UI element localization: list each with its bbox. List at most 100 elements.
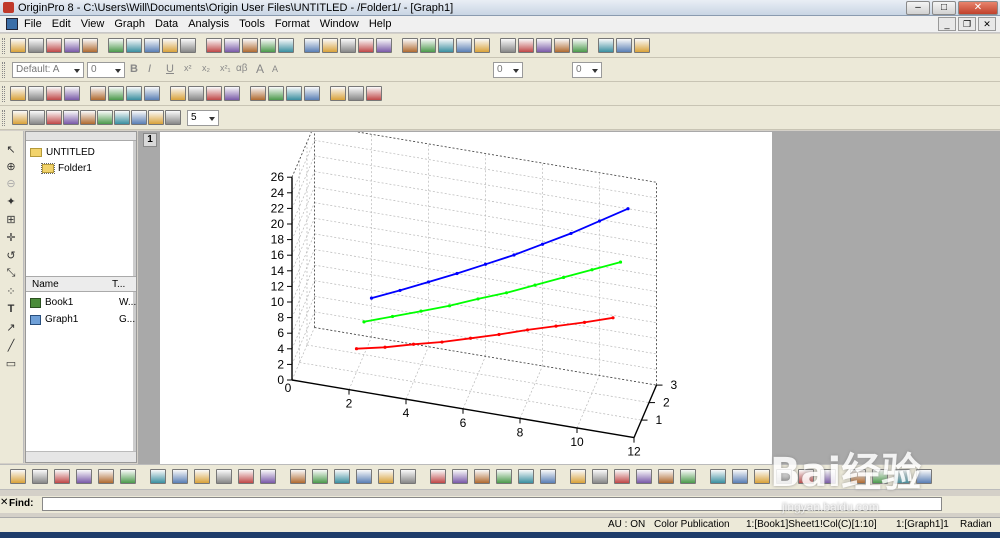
menu-graph[interactable]: Graph bbox=[114, 18, 145, 30]
toolbar-button-icon[interactable] bbox=[194, 469, 210, 484]
toolbar-button-icon[interactable] bbox=[420, 38, 436, 53]
toolbar-button-icon[interactable] bbox=[172, 469, 188, 484]
toolbar-button-icon[interactable] bbox=[260, 38, 276, 53]
toolbar-button-icon[interactable] bbox=[330, 86, 346, 101]
subscript-button[interactable]: x₂ bbox=[202, 63, 210, 73]
toolbar-button-icon[interactable] bbox=[456, 38, 472, 53]
bold-button[interactable]: B bbox=[130, 63, 138, 75]
toolbar-button-icon[interactable] bbox=[28, 38, 44, 53]
toolbar-button-icon[interactable] bbox=[180, 38, 196, 53]
column-header-type[interactable]: T... bbox=[112, 279, 125, 290]
toolbar-button-icon[interactable] bbox=[144, 86, 160, 101]
toolbar-button-icon[interactable] bbox=[63, 110, 79, 125]
toolbar-button-icon[interactable] bbox=[356, 469, 372, 484]
toolbar-button-icon[interactable] bbox=[366, 86, 382, 101]
toolbar-button-icon[interactable] bbox=[820, 469, 836, 484]
toolbar-button-icon[interactable] bbox=[64, 38, 80, 53]
toolbar-button-icon[interactable] bbox=[614, 469, 630, 484]
toolbar-button-icon[interactable] bbox=[148, 110, 164, 125]
toolbar-button-icon[interactable] bbox=[170, 86, 186, 101]
increase-font-button[interactable]: A bbox=[256, 62, 264, 76]
toolbar-button-icon[interactable] bbox=[616, 38, 632, 53]
tree-item-untitled[interactable]: UNTITLED bbox=[30, 144, 95, 160]
line-width-combo[interactable]: 0 bbox=[493, 62, 523, 78]
explorer-horizontal-scrollbar[interactable] bbox=[26, 451, 136, 462]
toolbar-button-icon[interactable] bbox=[474, 38, 490, 53]
toolbar-button-icon[interactable] bbox=[28, 86, 44, 101]
toolbar-button-icon[interactable] bbox=[76, 469, 92, 484]
toolbar-button-icon[interactable] bbox=[126, 38, 142, 53]
rectangle-tool-icon[interactable]: ▭ bbox=[4, 357, 18, 371]
menu-view[interactable]: View bbox=[81, 18, 105, 30]
text-tool-icon[interactable]: T bbox=[4, 303, 18, 317]
tree-item-folder1[interactable]: Folder1 bbox=[30, 160, 95, 176]
toolbar-button-icon[interactable] bbox=[570, 469, 586, 484]
toolbar-button-icon[interactable] bbox=[754, 469, 770, 484]
toolbar-button-icon[interactable] bbox=[108, 86, 124, 101]
toolbar-button-icon[interactable] bbox=[340, 38, 356, 53]
toolbar-button-icon[interactable] bbox=[496, 469, 512, 484]
toolbar-button-icon[interactable] bbox=[540, 469, 556, 484]
toolbar-button-icon[interactable] bbox=[120, 469, 136, 484]
toolbar-button-icon[interactable] bbox=[894, 469, 910, 484]
column-header-name[interactable]: Name bbox=[32, 279, 59, 290]
toolbar-button-icon[interactable] bbox=[64, 86, 80, 101]
toolbar-button-icon[interactable] bbox=[224, 86, 240, 101]
toolbar-button-icon[interactable] bbox=[430, 469, 446, 484]
toolbar-button-icon[interactable] bbox=[438, 38, 454, 53]
rotate-tool-icon[interactable]: ↺ bbox=[4, 249, 18, 263]
toolbar-button-icon[interactable] bbox=[224, 38, 240, 53]
toolbar-button-icon[interactable] bbox=[268, 86, 284, 101]
toolbar-button-icon[interactable] bbox=[304, 38, 320, 53]
toolbar-button-icon[interactable] bbox=[80, 110, 96, 125]
toolbar-button-icon[interactable] bbox=[98, 469, 114, 484]
toolbar-button-icon[interactable] bbox=[10, 38, 26, 53]
toolbar-button-icon[interactable] bbox=[131, 110, 147, 125]
findbar-close-icon[interactable]: ✕ bbox=[0, 497, 8, 508]
toolbar-button-icon[interactable] bbox=[850, 469, 866, 484]
superscript-button[interactable]: x² bbox=[184, 63, 192, 73]
toolbar-button-icon[interactable] bbox=[474, 469, 490, 484]
toolbar-button-icon[interactable] bbox=[312, 469, 328, 484]
graph-page[interactable]: 2 4 6 8 10 12 0 1 2 3 0 2 4 6 8 10 12 14 16 18 20 22 24 26 bbox=[160, 132, 772, 464]
scale-tool-icon[interactable]: ⤡ bbox=[4, 267, 18, 281]
toolbar-button-icon[interactable] bbox=[82, 38, 98, 53]
supsub-button[interactable]: x²₁ bbox=[220, 63, 231, 73]
data-reader-tool-icon[interactable]: ✛ bbox=[4, 231, 18, 245]
toolbar-button-icon[interactable] bbox=[598, 38, 614, 53]
layer-number-tab[interactable]: 1 bbox=[143, 133, 157, 147]
toolbar-button-icon[interactable] bbox=[54, 469, 70, 484]
minimize-button[interactable]: – bbox=[906, 1, 930, 15]
pointer-tool-icon[interactable]: ↖ bbox=[4, 143, 18, 157]
toolbar-button-icon[interactable] bbox=[536, 38, 552, 53]
toolbar-button-icon[interactable] bbox=[165, 110, 181, 125]
font-combo[interactable]: Default: A bbox=[12, 62, 84, 78]
menu-help[interactable]: Help bbox=[369, 18, 392, 30]
toolbar-button-icon[interactable] bbox=[10, 469, 26, 484]
toolbar-button-icon[interactable] bbox=[97, 110, 113, 125]
zoom-in-tool-icon[interactable]: ⊕ bbox=[4, 160, 18, 174]
toolbar-button-icon[interactable] bbox=[572, 38, 588, 53]
toolbar-button-icon[interactable] bbox=[46, 110, 62, 125]
toolbar-button-icon[interactable] bbox=[518, 469, 534, 484]
toolbar-button-icon[interactable] bbox=[10, 86, 26, 101]
plot-count-combo[interactable]: 5 bbox=[187, 110, 219, 126]
child-minimize-button[interactable]: _ bbox=[938, 17, 956, 31]
toolbar-button-icon[interactable] bbox=[636, 469, 652, 484]
toolbar-button-icon[interactable] bbox=[150, 469, 166, 484]
italic-button[interactable]: I bbox=[148, 63, 151, 75]
toolbar-button-icon[interactable] bbox=[242, 38, 258, 53]
toolbar-button-icon[interactable] bbox=[710, 469, 726, 484]
arrow-tool-icon[interactable]: ↗ bbox=[4, 321, 18, 335]
toolbar-button-icon[interactable] bbox=[592, 469, 608, 484]
list-item-book1[interactable]: Book1 W... bbox=[30, 294, 136, 311]
toolbar-button-icon[interactable] bbox=[348, 86, 364, 101]
toolbar-button-icon[interactable] bbox=[378, 469, 394, 484]
toolbar-button-icon[interactable] bbox=[216, 469, 232, 484]
toolbar-button-icon[interactable] bbox=[304, 86, 320, 101]
zoom-out-tool-icon[interactable]: ⊖ bbox=[4, 177, 18, 191]
toolbar-button-icon[interactable] bbox=[126, 86, 142, 101]
menu-analysis[interactable]: Analysis bbox=[188, 18, 229, 30]
toolbar-button-icon[interactable] bbox=[12, 110, 28, 125]
toolbar-button-icon[interactable] bbox=[238, 469, 254, 484]
